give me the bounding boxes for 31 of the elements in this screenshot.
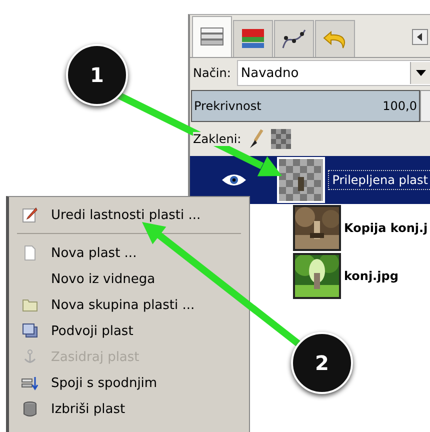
menu-item[interactable]: Uredi lastnosti plasti ... bbox=[9, 202, 249, 228]
spin-button[interactable] bbox=[420, 90, 430, 122]
layer-name: Prilepljena plast bbox=[328, 170, 430, 190]
step-marker: 2 bbox=[291, 332, 353, 394]
page-icon bbox=[22, 245, 38, 261]
lock-label: Zakleni: bbox=[193, 132, 242, 146]
menu-item[interactable]: Podvoji plast bbox=[9, 318, 249, 344]
menu-item[interactable]: Spoji s spodnjim bbox=[9, 370, 249, 396]
merge-down-icon bbox=[21, 375, 39, 391]
layer-row[interactable]: Prilepljena plast bbox=[190, 156, 430, 204]
left-arrow-icon bbox=[416, 33, 424, 41]
channels-tab[interactable] bbox=[233, 20, 273, 57]
layer-name: Kopija konj.j bbox=[344, 221, 428, 235]
mode-label: Način: bbox=[193, 66, 231, 80]
mode-dropdown[interactable]: Navadno bbox=[236, 60, 430, 86]
opacity-slider[interactable]: Prekrivnost 100,0 bbox=[191, 90, 420, 122]
anchor-icon bbox=[22, 349, 38, 365]
layers-tab[interactable] bbox=[192, 16, 232, 57]
layer-name: konj.jpg bbox=[344, 269, 398, 283]
paths-tab[interactable] bbox=[274, 20, 314, 57]
dropdown-arrow-icon bbox=[416, 70, 426, 76]
brush-icon[interactable] bbox=[247, 129, 266, 149]
trash-icon bbox=[22, 401, 38, 417]
step-marker: 1 bbox=[66, 44, 128, 106]
eye-icon[interactable] bbox=[220, 173, 247, 187]
duplicate-icon bbox=[22, 323, 38, 339]
menu-item[interactable]: Izbriši plast bbox=[9, 396, 249, 422]
panel-menu-button[interactable] bbox=[412, 29, 428, 45]
folder-icon bbox=[22, 297, 38, 313]
pencil-icon bbox=[22, 207, 38, 223]
checker-icon[interactable] bbox=[271, 129, 292, 149]
